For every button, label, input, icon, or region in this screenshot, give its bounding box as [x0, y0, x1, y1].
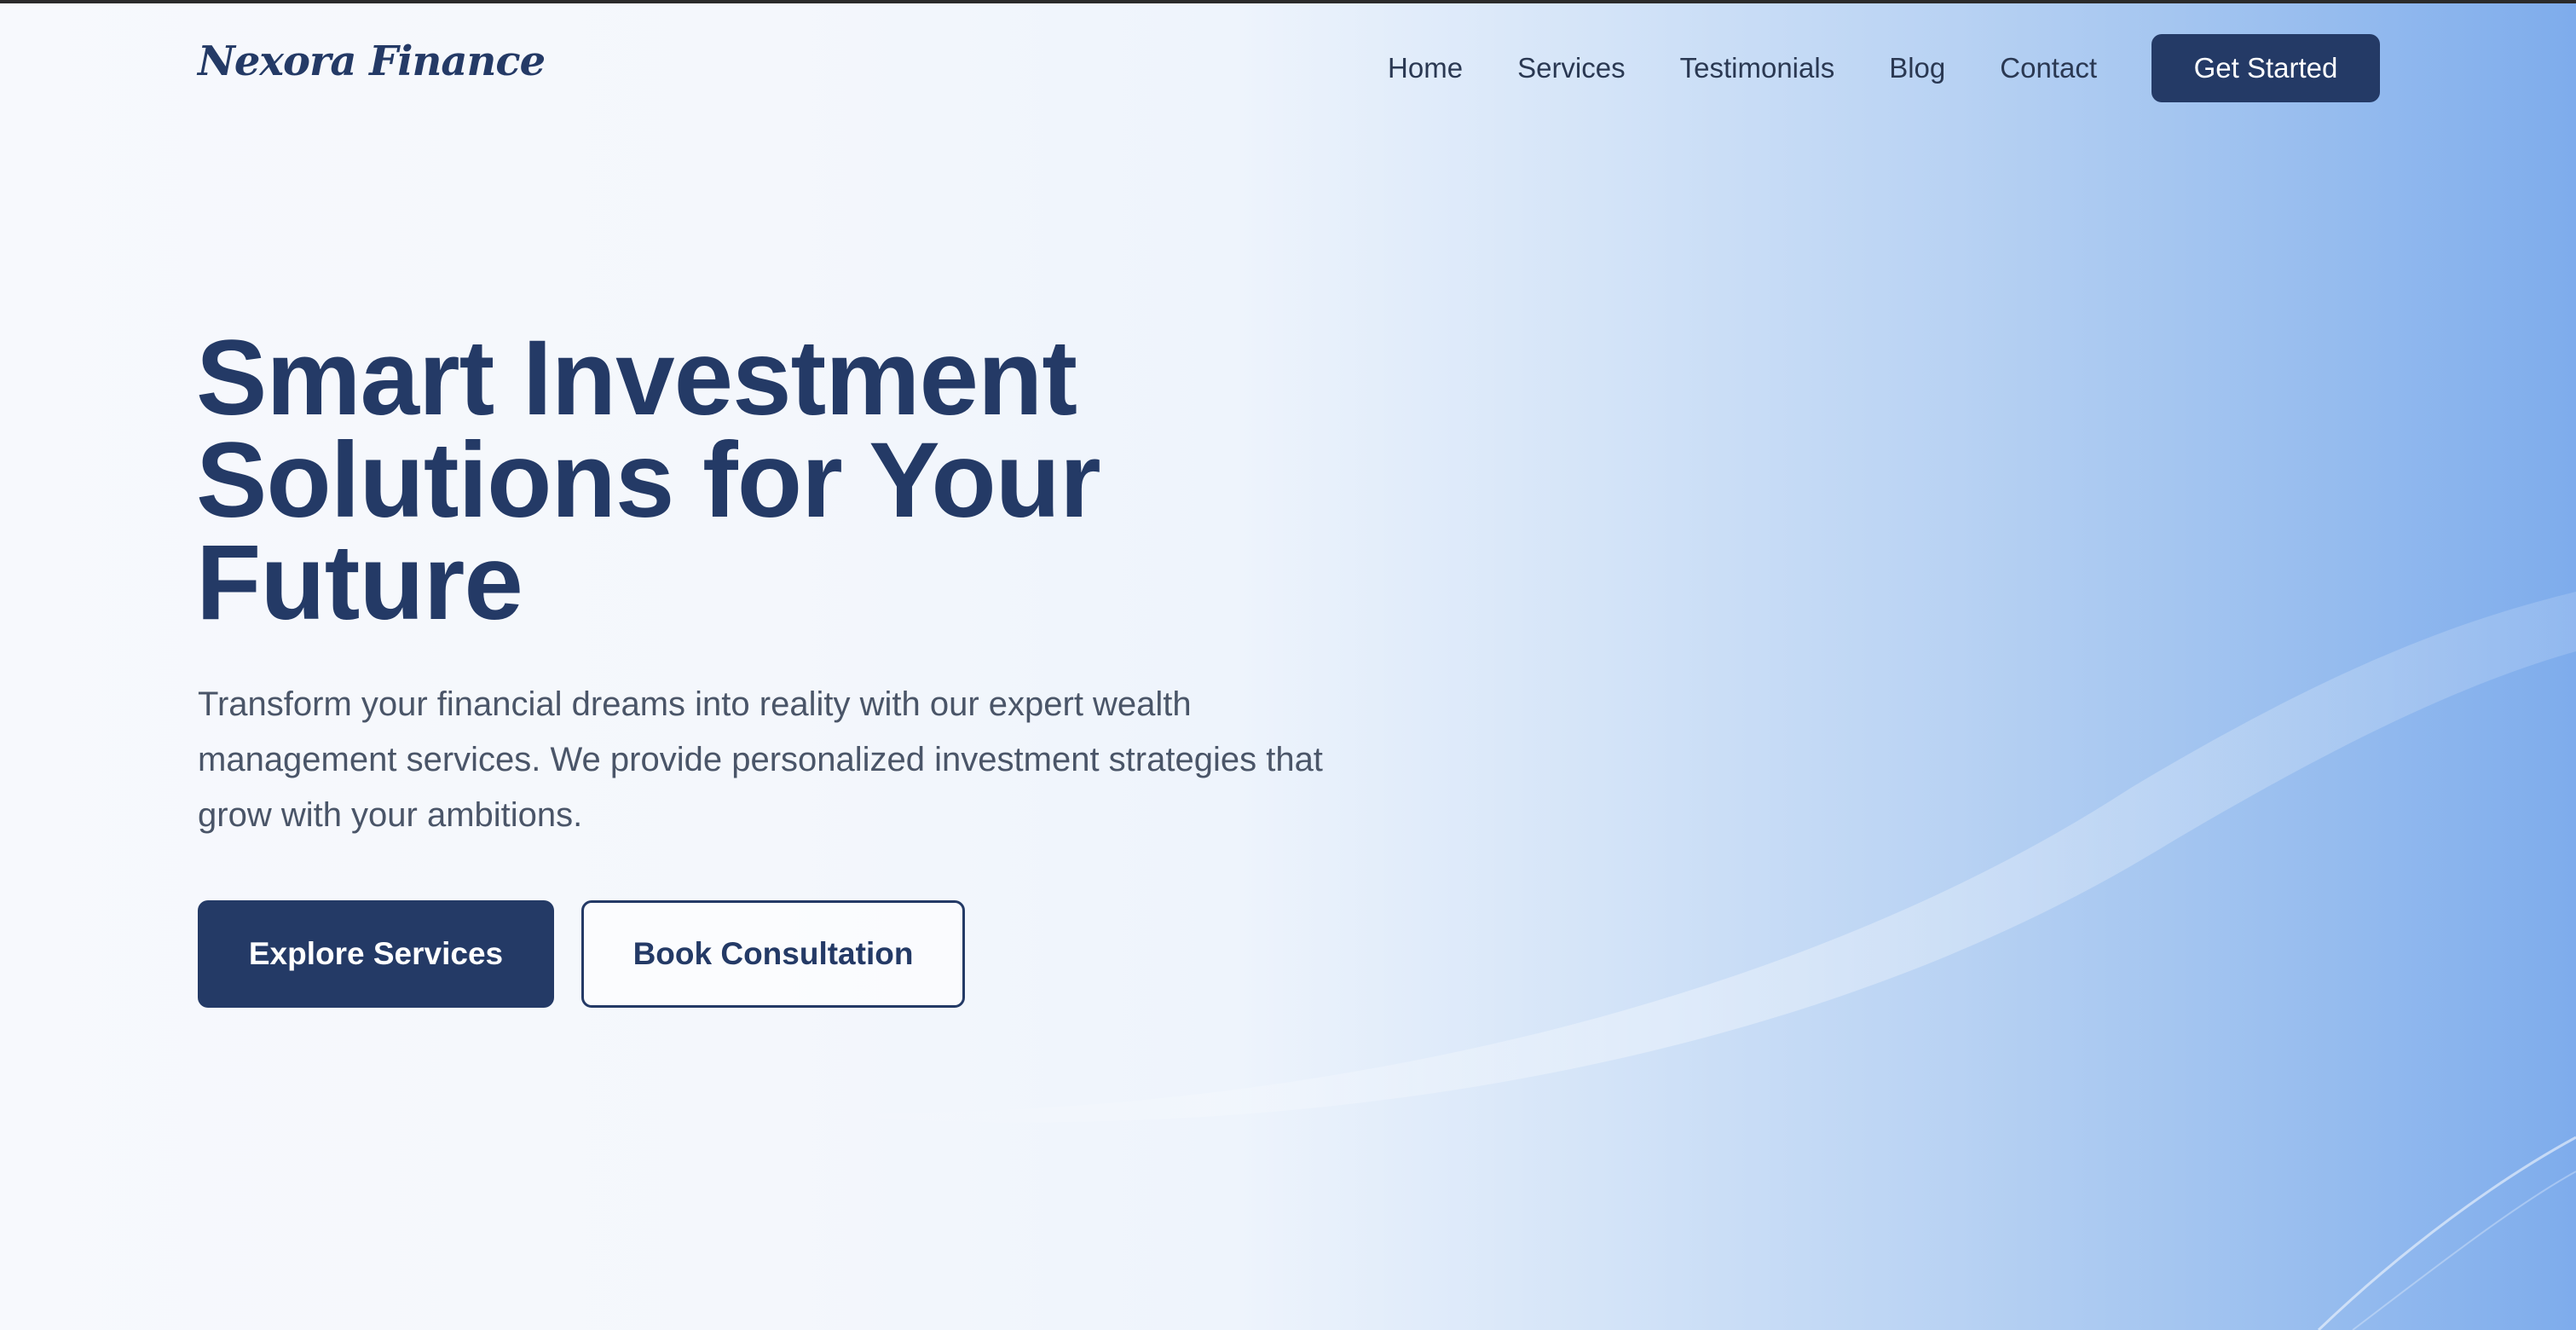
hero-background-waves: [767, 592, 2576, 1330]
site-header: Nexora Finance Home Services Testimonial…: [0, 3, 2576, 131]
hero-subtitle: Transform your financial dreams into rea…: [198, 685, 1323, 834]
main-nav: Home Services Testimonials Blog Contact …: [1388, 34, 2380, 102]
landing-page: Nexora Finance Home Services Testimonial…: [0, 3, 2576, 1330]
nav-link-blog[interactable]: Blog: [1889, 52, 1945, 84]
brand-logo[interactable]: Nexora Finance: [198, 38, 546, 85]
hero-actions: Explore Services Book Consultation: [198, 900, 965, 1008]
hero-title: Smart Investment Solutions for Your Futu…: [196, 319, 1101, 642]
nav-link-home[interactable]: Home: [1388, 52, 1463, 84]
nav-link-testimonials[interactable]: Testimonials: [1680, 52, 1835, 84]
nav-link-contact[interactable]: Contact: [2000, 52, 2097, 84]
nav-link-services[interactable]: Services: [1517, 52, 1626, 84]
explore-services-button[interactable]: Explore Services: [198, 900, 554, 1008]
book-consultation-button[interactable]: Book Consultation: [581, 900, 965, 1008]
get-started-button[interactable]: Get Started: [2151, 34, 2380, 102]
